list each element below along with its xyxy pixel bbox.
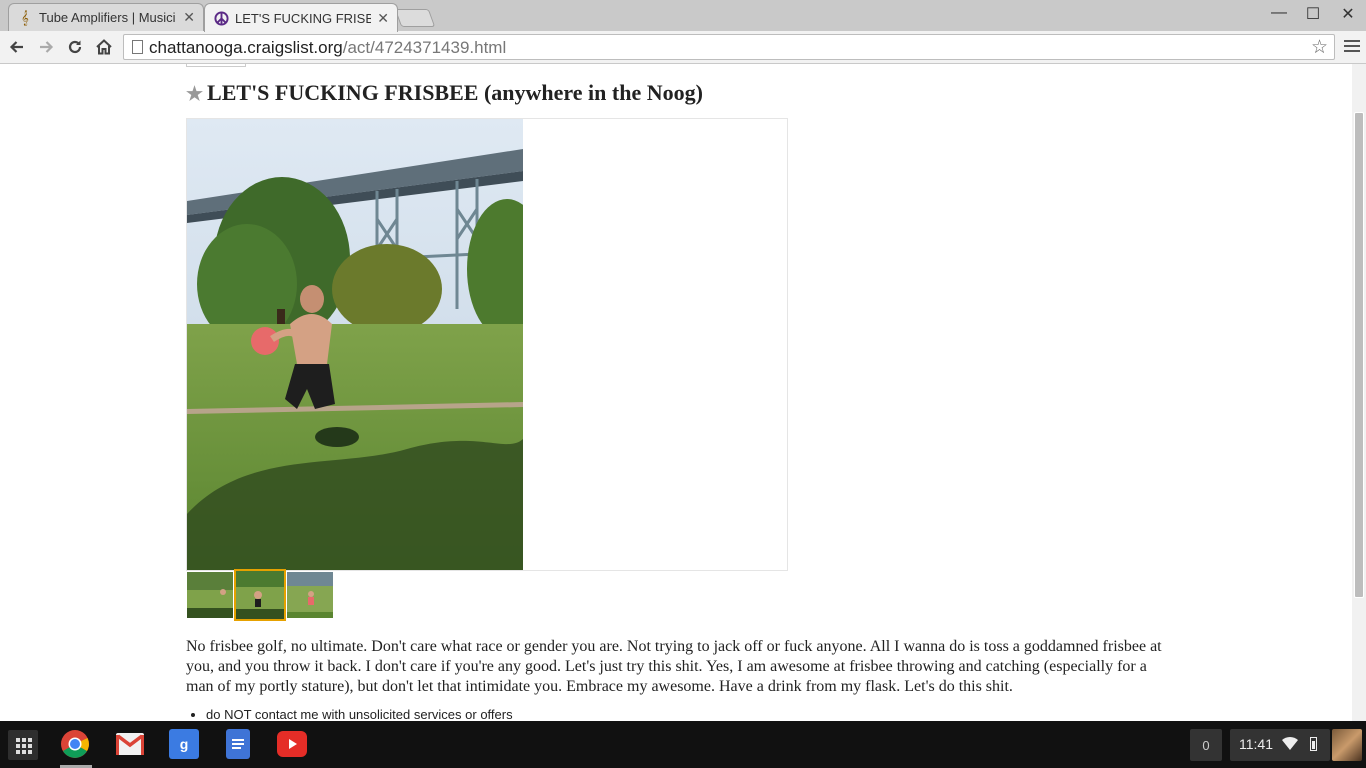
user-avatar[interactable]	[1332, 729, 1362, 761]
image-gallery	[186, 118, 788, 571]
scrollbar-thumb[interactable]	[1354, 112, 1364, 598]
posting-body: No frisbee golf, no ultimate. Don't care…	[186, 638, 1162, 695]
clock: 11:41	[1239, 736, 1273, 752]
back-icon[interactable]	[5, 35, 29, 59]
tab-title: Tube Amplifiers | Musici	[39, 10, 176, 25]
notification-counter[interactable]: 0	[1190, 729, 1222, 761]
thumbnail-2[interactable]	[234, 569, 286, 621]
favorite-star-icon[interactable]: ★	[186, 84, 203, 105]
close-window-icon[interactable]: ✕	[1333, 4, 1363, 24]
docs-icon[interactable]	[226, 729, 250, 759]
browser-toolbar: chattanooga.craigslist.org/act/472437143…	[0, 31, 1366, 64]
chrome-icon[interactable]	[60, 729, 90, 759]
posting-title-text: LET'S FUCKING FRISBEE (anywhere in the N…	[207, 80, 703, 105]
thumbnail-1[interactable]	[186, 571, 234, 619]
home-icon[interactable]	[92, 35, 116, 59]
tab-title: LET'S FUCKING FRISBEE	[235, 10, 372, 26]
tab-tube-amplifiers[interactable]: 𝄞 Tube Amplifiers | Musici ✕	[8, 3, 204, 31]
youtube-icon[interactable]	[277, 731, 307, 757]
maximize-icon[interactable]: ☐	[1298, 4, 1328, 24]
guitar-favicon-icon: 𝄞	[21, 9, 29, 25]
page-icon	[132, 40, 143, 54]
notices-list: do NOT contact me with unsolicited servi…	[186, 707, 513, 721]
os-taskbar: g 0 11:41	[0, 721, 1366, 768]
tab-frisbee[interactable]: LET'S FUCKING FRISBEE ✕	[204, 3, 398, 32]
toolbar-stub	[186, 64, 246, 67]
tab-strip: 𝄞 Tube Amplifiers | Musici ✕ LET'S FUCKI…	[0, 0, 1366, 32]
reload-icon[interactable]	[63, 35, 87, 59]
app-launcher-icon[interactable]	[8, 730, 38, 760]
new-tab-button[interactable]	[394, 9, 436, 27]
peace-sign-favicon-icon	[213, 10, 229, 26]
google-search-icon[interactable]: g	[169, 729, 199, 759]
wifi-icon	[1282, 736, 1298, 750]
bookmark-star-icon[interactable]: ☆	[1311, 36, 1328, 59]
forward-icon[interactable]	[34, 35, 58, 59]
posting-title: ★ LET'S FUCKING FRISBEE (anywhere in the …	[186, 80, 703, 106]
battery-icon	[1310, 737, 1317, 751]
thumbnail-3[interactable]	[286, 571, 334, 619]
notice-item: do NOT contact me with unsolicited servi…	[206, 707, 513, 721]
gmail-icon[interactable]	[115, 729, 145, 759]
address-bar[interactable]: chattanooga.craigslist.org/act/472437143…	[123, 34, 1335, 60]
chrome-menu-icon[interactable]	[1344, 37, 1360, 55]
vertical-scrollbar[interactable]	[1352, 64, 1366, 721]
status-tray[interactable]: 11:41	[1230, 729, 1330, 761]
url-text: chattanooga.craigslist.org/act/472437143…	[149, 38, 507, 57]
close-tab-icon[interactable]: ✕	[377, 10, 389, 27]
minimize-icon[interactable]: —	[1264, 4, 1294, 22]
main-photo[interactable]	[187, 119, 523, 570]
page-content: ★ LET'S FUCKING FRISBEE (anywhere in the …	[0, 64, 1352, 721]
close-tab-icon[interactable]: ✕	[183, 9, 195, 26]
